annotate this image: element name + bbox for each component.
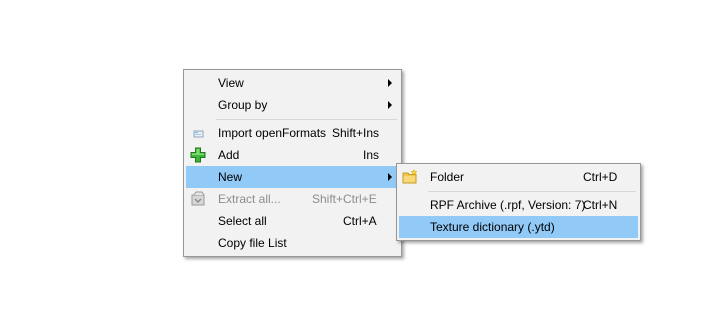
menu-separator: [216, 119, 397, 120]
menu-item-shortcut: Ins: [363, 148, 380, 162]
menu-item-label: Copy file List: [218, 236, 287, 250]
menu-item-label: View: [218, 76, 244, 90]
menu-separator: [428, 191, 636, 192]
submenu-item-folder[interactable]: Folder Ctrl+D: [399, 166, 638, 188]
menu-item-label: Add: [218, 148, 240, 162]
menu-item-label: Import openFormats: [218, 126, 327, 140]
menu-item-group-by[interactable]: Group by: [186, 94, 399, 116]
menu-item-label: Select all: [218, 214, 267, 228]
menu-item-copy-file-list[interactable]: Copy file List: [186, 232, 399, 254]
green-plus-icon: [190, 147, 206, 163]
menu-item-import-openformats[interactable]: Import openFormats Shift+Ins: [186, 122, 399, 144]
submenu-item-label: Folder: [430, 170, 465, 184]
menu-item-view[interactable]: View: [186, 72, 399, 94]
submenu-item-texture-dictionary[interactable]: Texture dictionary (.ytd): [399, 216, 638, 238]
submenu-arrow-icon: [388, 173, 392, 181]
submenu-item-label: RPF Archive (.rpf, Version: 7): [430, 198, 586, 212]
submenu-arrow-icon: [388, 101, 392, 109]
submenu-item-label: Texture dictionary (.ytd): [430, 220, 555, 234]
menu-item-extract-all[interactable]: Extract all... Shift+Ctrl+E: [186, 188, 399, 210]
menu-item-new[interactable]: New: [186, 166, 399, 188]
submenu-item-shortcut: Ctrl+N: [583, 198, 618, 212]
menu-item-label: Group by: [218, 98, 268, 112]
extract-icon: [190, 191, 206, 207]
submenu-arrow-icon: [388, 79, 392, 87]
menu-item-shortcut: Ctrl+A: [343, 214, 377, 228]
menu-item-shortcut: Shift+Ins: [332, 126, 380, 140]
menu-item-select-all[interactable]: Select all Ctrl+A: [186, 210, 399, 232]
import-icon: [190, 125, 206, 141]
menu-item-add[interactable]: Add Ins: [186, 144, 399, 166]
menu-item-shortcut: Shift+Ctrl+E: [312, 192, 377, 206]
menu-item-label: Extract all...: [218, 192, 281, 206]
new-submenu: Folder Ctrl+D RPF Archive (.rpf, Version…: [396, 163, 641, 241]
new-folder-icon: [402, 168, 418, 185]
submenu-item-rpf-archive[interactable]: RPF Archive (.rpf, Version: 7) Ctrl+N: [399, 194, 638, 216]
context-menu: View Group by Import openFormats Shift+I…: [183, 69, 402, 257]
submenu-item-shortcut: Ctrl+D: [583, 170, 618, 184]
menu-item-label: New: [218, 170, 243, 184]
